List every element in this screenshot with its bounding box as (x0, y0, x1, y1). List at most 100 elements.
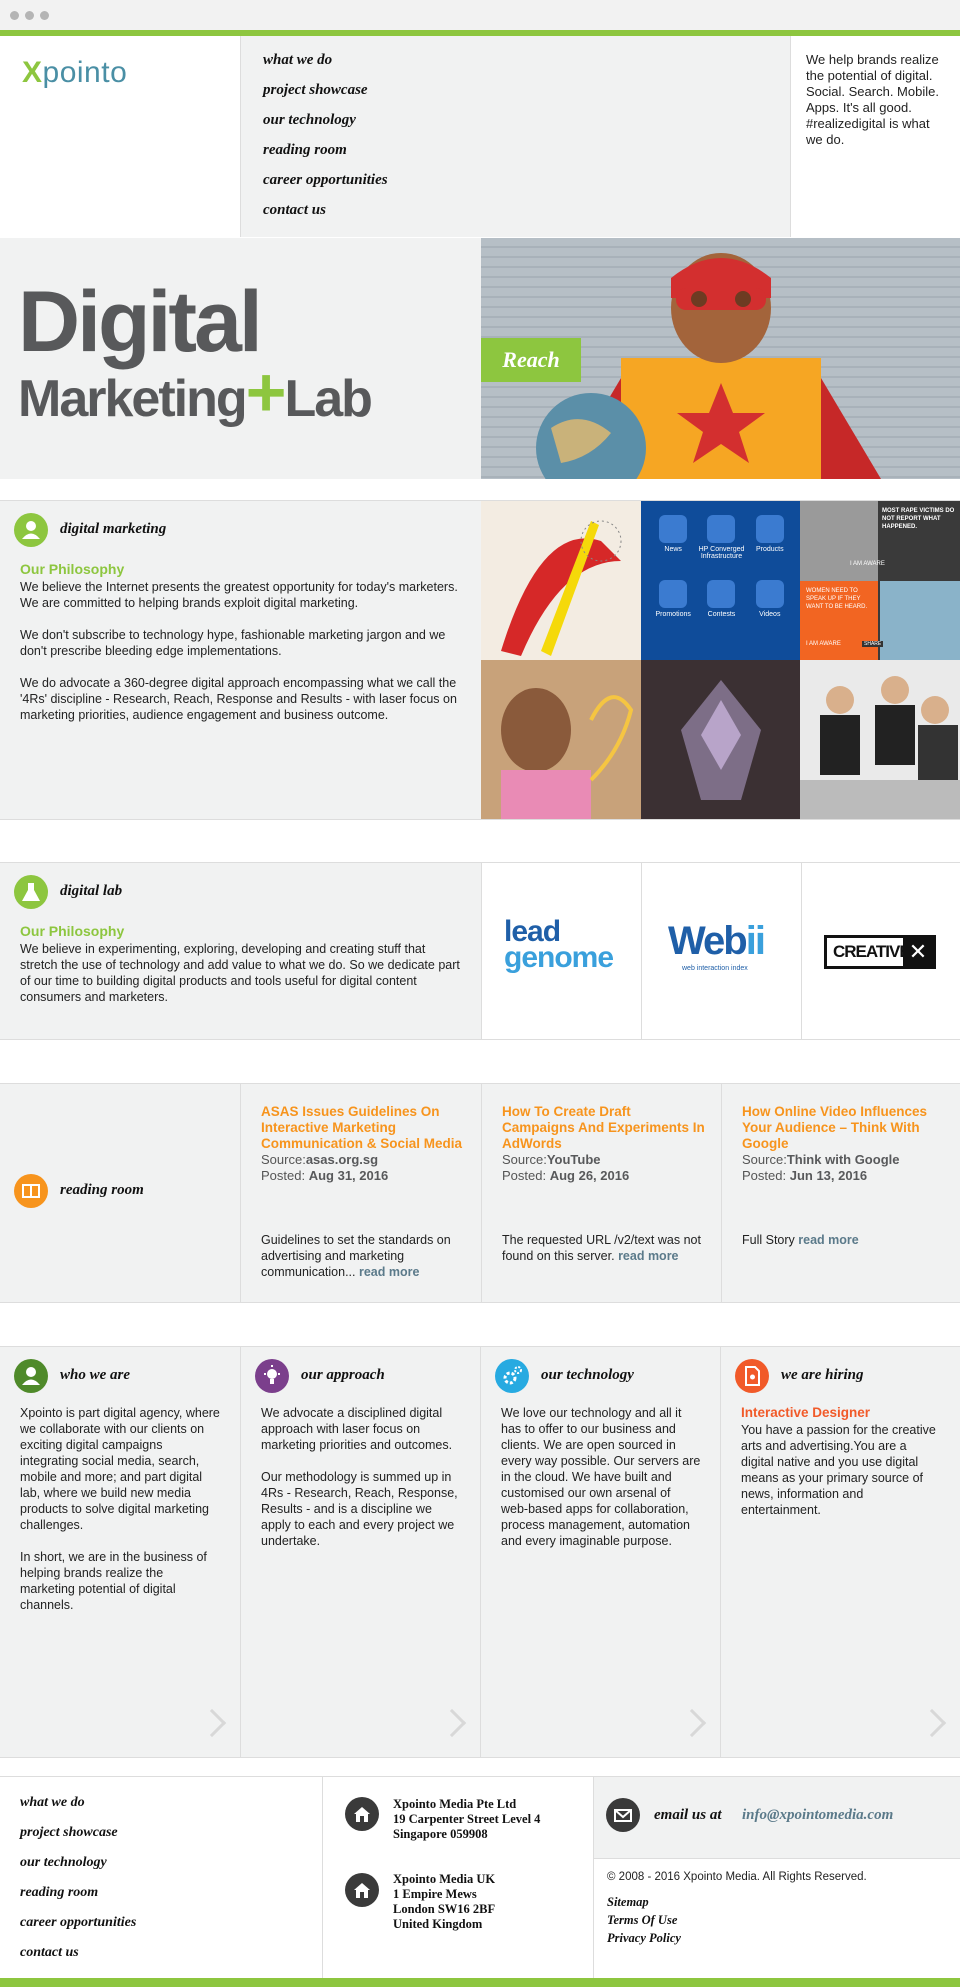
article-excerpt: Full Story read more (742, 1233, 859, 1247)
about-columns: who we are Xpointo is part digital agenc… (0, 1346, 960, 1758)
article-source: Source:asas.org.sg (261, 1152, 379, 1167)
article-card[interactable]: ASAS Issues Guidelines On Interactive Ma… (240, 1084, 481, 1302)
portfolio-tile-game[interactable] (641, 660, 800, 819)
column-heading: our technology (541, 1367, 634, 1383)
house-icon (345, 1873, 379, 1907)
nav-career-opportunities[interactable]: career opportunities (263, 168, 790, 198)
footer-nav-career-opportunities[interactable]: career opportunities (20, 1911, 136, 1941)
reading-room-section: reading room ASAS Issues Guidelines On I… (0, 1083, 960, 1303)
tagline: We help brands realize the potential of … (806, 52, 939, 147)
portfolio-tile-business[interactable] (800, 660, 960, 819)
gear-icon (495, 1359, 529, 1393)
article-card[interactable]: How Online Video Influences Your Audienc… (721, 1084, 960, 1302)
digital-lab-section: digital lab Our Philosophy We believe in… (0, 862, 960, 1040)
footer-nav: what we do project showcase our technolo… (20, 1791, 136, 1971)
article-excerpt: The requested URL /v2/text was not found… (502, 1233, 701, 1263)
article-source: Source:Think with Google (742, 1152, 900, 1167)
hero-title: Digital Marketing+Lab (18, 274, 373, 431)
article-excerpt: Guidelines to set the standards on adver… (261, 1233, 451, 1279)
chevron-right-icon[interactable] (917, 1708, 947, 1738)
article-date: Posted: Aug 31, 2016 (261, 1168, 389, 1183)
copyright: © 2008 - 2016 Xpointo Media. All Rights … (607, 1871, 867, 1883)
window-dot (40, 11, 49, 20)
envelope-icon (606, 1798, 640, 1832)
chevron-right-icon[interactable] (197, 1708, 227, 1738)
article-card[interactable]: How To Create Draft Campaigns And Experi… (481, 1084, 721, 1302)
footer-nav-reading-room[interactable]: reading room (20, 1881, 136, 1911)
house-icon (345, 1797, 379, 1831)
who-we-are-card[interactable]: who we are Xpointo is part digital agenc… (0, 1347, 240, 1757)
portfolio-tile-art[interactable] (481, 501, 641, 660)
site-footer: what we do project showcase our technolo… (0, 1776, 960, 1979)
webii-logo[interactable]: Webii web interaction index (641, 863, 801, 1039)
window-dot (10, 11, 19, 20)
column-body: You have a passion for the creative arts… (741, 1423, 936, 1517)
chevron-right-icon[interactable] (437, 1708, 467, 1738)
email-bar: email us at info@xpointomedia.com (594, 1777, 960, 1859)
article-source: Source:YouTube (502, 1152, 601, 1167)
chevron-right-icon[interactable] (677, 1708, 707, 1738)
article-title[interactable]: How Online Video Influences Your Audienc… (742, 1104, 944, 1152)
column-body: Xpointo is part digital agency, where we… (20, 1406, 220, 1612)
nav-reading-room[interactable]: reading room (263, 138, 790, 168)
footer-nav-our-technology[interactable]: our technology (20, 1851, 136, 1881)
email-label: email us at (654, 1807, 722, 1823)
hero-banner: Digital Marketing+Lab Reach (0, 238, 960, 479)
bottom-accent-bar (0, 1978, 960, 1987)
read-more-link[interactable]: read more (798, 1233, 858, 1247)
privacy-link[interactable]: Privacy Policy (607, 1929, 681, 1947)
sitemap-link[interactable]: Sitemap (607, 1893, 681, 1911)
email-link[interactable]: info@xpointomedia.com (742, 1807, 893, 1824)
nav-what-we-do[interactable]: what we do (263, 48, 790, 78)
user-icon (14, 513, 48, 547)
philosophy-heading: Our Philosophy (20, 923, 125, 939)
read-more-link[interactable]: read more (359, 1265, 419, 1279)
address-singapore: Xpointo Media Pte Ltd 19 Carpenter Street… (393, 1797, 541, 1841)
job-title-link[interactable]: Interactive Designer (741, 1405, 870, 1420)
address-uk: Xpointo Media UK 1 Empire Mews London SW16… (393, 1872, 496, 1931)
article-date: Posted: Jun 13, 2016 (742, 1168, 868, 1183)
footer-nav-contact-us[interactable]: contact us (20, 1941, 136, 1971)
flask-icon (14, 875, 48, 909)
book-icon (14, 1174, 48, 1208)
leadgenome-logo[interactable]: lead genome (481, 863, 641, 1039)
lab-body: We believe in experimenting, exploring, … (20, 942, 460, 1004)
our-approach-card[interactable]: our approach We advocate a disciplined d… (240, 1347, 480, 1757)
portfolio-tile-girl[interactable] (481, 660, 641, 819)
philosophy-heading: Our Philosophy (20, 561, 125, 577)
section-heading: digital lab (60, 883, 123, 899)
creative-logo[interactable]: CREATIVE ✕ (801, 863, 960, 1039)
terms-link[interactable]: Terms Of Use (607, 1911, 681, 1929)
section-heading: digital marketing (60, 521, 167, 537)
xpointo-logo[interactable]: Xpointo (22, 56, 127, 90)
column-heading: we are hiring (781, 1367, 864, 1383)
portfolio-grid: News HP Converged Infrastructure Product… (481, 501, 960, 819)
reach-badge: Reach (481, 338, 581, 382)
close-x-icon: ✕ (903, 938, 933, 966)
section-heading: reading room (60, 1182, 144, 1198)
window-dot (25, 11, 34, 20)
footer-nav-project-showcase[interactable]: project showcase (20, 1821, 136, 1851)
column-body: We advocate a disciplined digital approa… (261, 1406, 458, 1548)
read-more-link[interactable]: read more (618, 1249, 678, 1263)
article-date: Posted: Aug 26, 2016 (502, 1168, 630, 1183)
nav-contact-us[interactable]: contact us (263, 198, 790, 228)
office-addresses: Xpointo Media Pte Ltd 19 Carpenter Street… (322, 1777, 594, 1979)
main-nav: what we do project showcase our technolo… (240, 36, 791, 237)
portfolio-tile-aware[interactable]: MOST RAPE VICTIMS DO NOT REPORT WHAT HAP… (800, 501, 960, 660)
site-header: Xpointo what we do project showcase our … (0, 36, 960, 237)
nav-project-showcase[interactable]: project showcase (263, 78, 790, 108)
article-title[interactable]: How To Create Draft Campaigns And Experi… (502, 1104, 705, 1152)
document-icon (735, 1359, 769, 1393)
column-body: We love our technology and all it has to… (501, 1406, 701, 1548)
article-title[interactable]: ASAS Issues Guidelines On Interactive Ma… (261, 1104, 465, 1152)
bulb-icon (255, 1359, 289, 1393)
browser-chrome (0, 0, 960, 30)
footer-nav-what-we-do[interactable]: what we do (20, 1791, 136, 1821)
legal-links: Sitemap Terms Of Use Privacy Policy (607, 1893, 681, 1947)
our-technology-card[interactable]: our technology We love our technology an… (480, 1347, 720, 1757)
we-are-hiring-card[interactable]: we are hiring Interactive Designer You h… (720, 1347, 960, 1757)
portfolio-tile-hp[interactable]: News HP Converged Infrastructure Product… (641, 501, 800, 660)
digital-marketing-section: digital marketing Our Philosophy We beli… (0, 500, 960, 820)
nav-our-technology[interactable]: our technology (263, 108, 790, 138)
